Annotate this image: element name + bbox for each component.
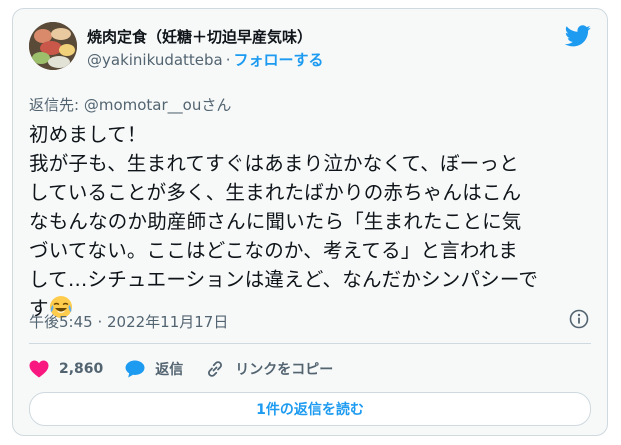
tweet-line: づいてない。ここはどこなのか、考えてる」と言われま bbox=[29, 239, 518, 262]
reply-button[interactable]: 返信 bbox=[125, 359, 183, 379]
read-replies-button[interactable]: 1件の返信を読む bbox=[29, 392, 591, 426]
reply-prefix: 返信先: bbox=[29, 96, 80, 114]
avatar[interactable] bbox=[29, 22, 77, 70]
tweet-line: なもんなのか助産師さんに聞いたら「生まれたことに気 bbox=[29, 210, 522, 233]
speech-bubble-icon bbox=[125, 360, 145, 378]
author-handle[interactable]: @yakinikudatteba bbox=[87, 51, 223, 69]
separator-dot: · bbox=[225, 51, 231, 69]
heart-icon bbox=[29, 360, 49, 378]
follow-button[interactable]: フォローする bbox=[234, 51, 324, 69]
tweet-timestamp[interactable]: 午後5:45 · 2022年11月17日 bbox=[29, 311, 228, 332]
divider bbox=[29, 343, 591, 344]
tweet-text: 初めまして！ 我が子も、生まれてすぐはあまり泣かなくて、ぼーっと していることが… bbox=[29, 120, 597, 323]
reply-label: 返信 bbox=[155, 362, 184, 378]
read-replies-label: 1件の返信を読む bbox=[256, 402, 364, 418]
author-display-name[interactable]: 焼肉定食（妊糖＋切迫早産気味） bbox=[87, 26, 312, 47]
tweet-card[interactable]: 焼肉定食（妊糖＋切迫早産気味） @yakinikudatteba · フォローする … bbox=[12, 8, 608, 436]
tweet-line: 我が子も、生まれてすぐはあまり泣かなくて、ぼーっと bbox=[29, 152, 519, 175]
copy-link-button[interactable]: リンクをコピー bbox=[205, 359, 333, 379]
tweet-line: して…シチュエーションは違えど、なんだかシンパシーで bbox=[29, 268, 539, 291]
action-bar: 2,860 返信 リンクをコピー bbox=[29, 354, 355, 384]
reply-context: 返信先: @momotar__ouさん bbox=[29, 94, 231, 115]
tweet-line: していることが多く、生まれたばかりの赤ちゃんはこん bbox=[29, 181, 522, 204]
author-handle-row: @yakinikudatteba · フォローする bbox=[87, 49, 324, 70]
link-icon bbox=[208, 361, 223, 377]
info-icon[interactable] bbox=[569, 309, 589, 329]
tweet-line: 初めまして！ bbox=[29, 123, 147, 146]
like-count: 2,860 bbox=[59, 361, 104, 377]
twitter-bird-icon[interactable] bbox=[565, 25, 591, 47]
copy-link-label: リンクをコピー bbox=[235, 362, 334, 378]
reply-mention-link[interactable]: @momotar__ouさん bbox=[84, 96, 232, 114]
like-button[interactable]: 2,860 bbox=[29, 360, 103, 378]
